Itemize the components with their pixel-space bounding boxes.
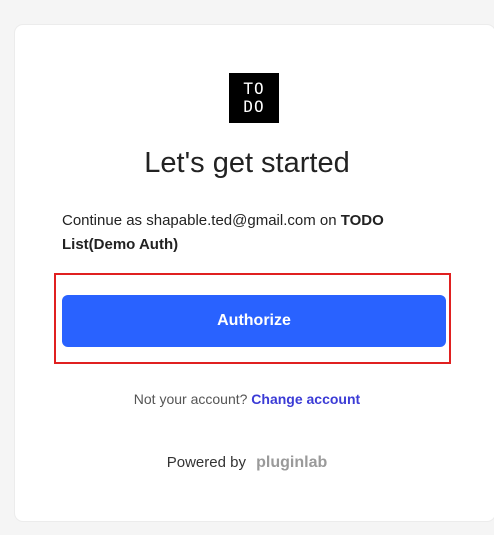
todo-logo: TO DO	[229, 73, 279, 123]
consent-on: on	[319, 212, 337, 229]
powered-by-label: Powered by	[166, 454, 246, 471]
pluginlab-logo: pluginlab	[256, 454, 328, 471]
account-prompt: Not your account?	[133, 391, 248, 407]
consent-prefix: Continue as	[62, 212, 143, 229]
page-title: Let's get started	[144, 147, 350, 179]
powered-by: Powered by pluginlab	[0, 454, 494, 472]
authorize-button[interactable]: Authorize	[62, 295, 446, 347]
change-account-link[interactable]: Change account	[251, 391, 360, 407]
account-email: shapable.ted@gmail.com	[146, 212, 316, 229]
logo-line-1: TO	[243, 79, 265, 98]
logo-line-2: DO	[243, 97, 265, 116]
consent-text: Continue as shapable.ted@gmail.com on TO…	[62, 209, 442, 257]
account-switch: Not your account? Change account	[0, 391, 494, 407]
